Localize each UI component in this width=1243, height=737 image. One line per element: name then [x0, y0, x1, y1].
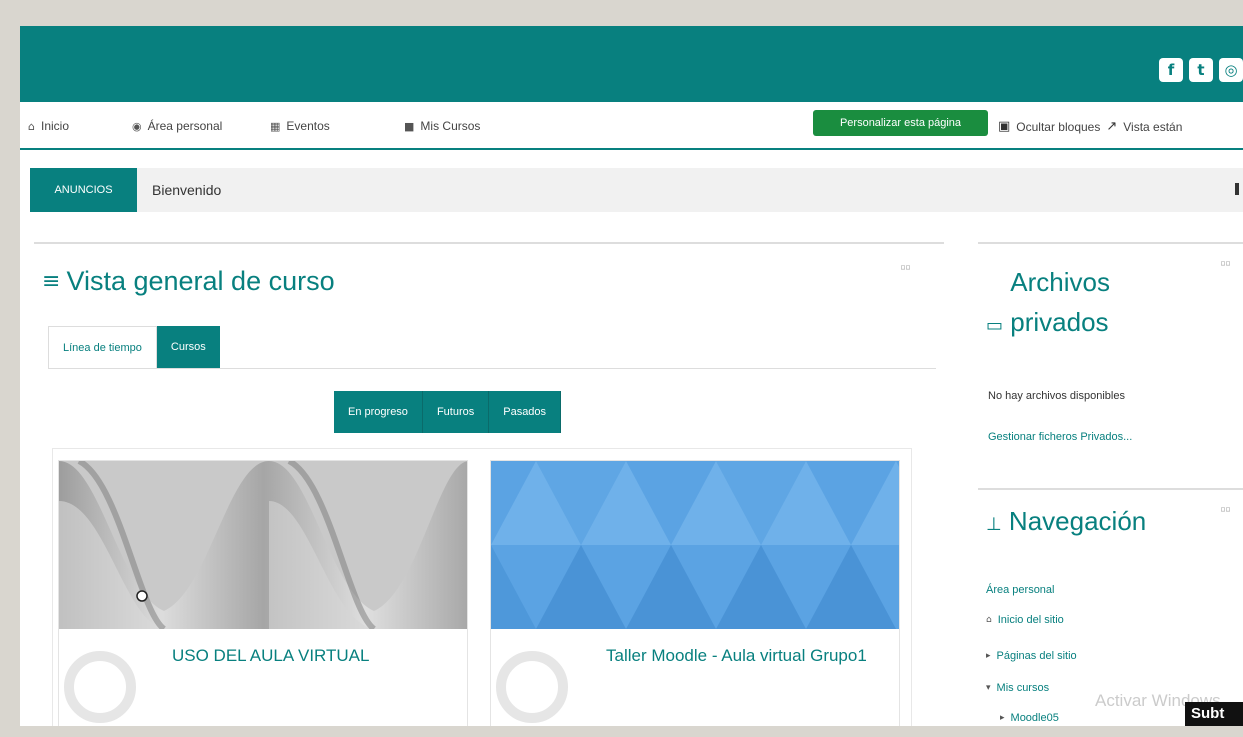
nav-tree-item[interactable]: Área personal — [986, 584, 1055, 596]
nav-tree-item[interactable]: ⌂ Inicio del sitio — [986, 614, 1064, 626]
twitter-icon[interactable]: t — [1189, 58, 1213, 82]
filter-future[interactable]: Futuros — [422, 391, 490, 433]
nav-item-mis-cursos[interactable]: ■ Mis Cursos — [404, 119, 480, 133]
nav-tree-label: Páginas del sitio — [996, 650, 1077, 662]
mouse-cursor-icon — [136, 590, 148, 602]
briefcase-icon: ■ — [404, 119, 415, 133]
nav-tree-item[interactable]: ▸ Páginas del sitio — [986, 650, 1077, 662]
course-image[interactable] — [59, 461, 467, 629]
nav-item-eventos[interactable]: ▦ Eventos — [270, 119, 330, 133]
course-card[interactable]: Taller Moodle - Aula virtual Grupo1 — [490, 460, 900, 726]
expand-icon[interactable]: ↗ — [1106, 119, 1117, 134]
list-icon: ≡ — [42, 269, 61, 294]
announcement-text[interactable]: Bienvenido — [152, 182, 221, 198]
course-avatar — [64, 651, 136, 723]
filter-in-progress[interactable]: En progreso — [334, 391, 423, 433]
nav-tree-label: Área personal — [986, 584, 1055, 596]
divider — [978, 488, 1243, 490]
announcements-bar: ANUNCIOS Bienvenido — [30, 168, 1243, 212]
block-controls-icon[interactable]: ▫▫ — [900, 262, 911, 273]
folder-icon: ▭ — [986, 315, 1004, 336]
personalize-page-button[interactable]: Personalizar esta página — [813, 110, 988, 136]
navigation-title-text: Navegación — [1008, 506, 1147, 536]
standard-view-button[interactable]: Vista están — [1123, 120, 1182, 134]
home-icon: ⌂ — [986, 615, 992, 625]
overview-tabs: Línea de tiempo Cursos — [48, 326, 220, 368]
block-controls-icon[interactable]: ▫▫ — [1220, 258, 1231, 269]
tabs-divider — [48, 368, 936, 369]
course-title[interactable]: Taller Moodle - Aula virtual Grupo1 — [606, 645, 886, 666]
site-header: f t ◎ — [20, 26, 1243, 102]
course-overview-title: ≡ Vista general de curso — [42, 266, 335, 297]
course-overview-title-text: Vista general de curso — [66, 266, 335, 296]
filter-past[interactable]: Pasados — [489, 391, 562, 433]
home-icon: ⌂ — [28, 119, 35, 133]
course-card[interactable]: USO DEL AULA VIRTUAL — [58, 460, 468, 726]
announcement-control[interactable] — [1235, 183, 1239, 195]
chevron-right-icon: ▸ — [986, 651, 991, 661]
chevron-down-icon: ▾ — [986, 683, 991, 693]
page-tools: ▣ Ocultar bloques ↗ Vista están — [998, 119, 1182, 134]
nav-item-label: Inicio — [40, 119, 69, 133]
tab-courses[interactable]: Cursos — [156, 326, 220, 368]
announcements-tag[interactable]: ANUNCIOS — [30, 168, 137, 212]
divider — [978, 242, 1243, 244]
course-avatar — [496, 651, 568, 723]
nav-tree-label: Inicio del sitio — [997, 614, 1064, 626]
nav-tree-item[interactable]: ▾ Mis cursos — [986, 682, 1049, 694]
social-links: f t ◎ — [1159, 58, 1243, 82]
nav-tree-item[interactable]: ▸ Moodle05 — [1000, 712, 1059, 724]
navigation-title: ⊥ Navegación — [986, 506, 1146, 537]
nav-item-label: Área personal — [147, 119, 223, 133]
nav-tree-label: Mis cursos — [996, 682, 1050, 694]
block-controls-icon[interactable]: ▫▫ — [1220, 504, 1231, 515]
instagram-icon[interactable]: ◎ — [1219, 58, 1243, 82]
divider — [34, 242, 944, 244]
nav-item-label: Eventos — [286, 119, 330, 133]
course-image[interactable] — [491, 461, 899, 629]
no-files-text: No hay archivos disponibles — [988, 390, 1125, 402]
course-title[interactable]: USO DEL AULA VIRTUAL — [172, 645, 369, 666]
nav-item-area-personal[interactable]: ◉ Área personal — [132, 119, 222, 133]
private-files-title: ▭ Archivos privados — [986, 262, 1190, 342]
nav-item-inicio[interactable]: ⌂ Inicio — [28, 119, 69, 133]
browser-page: f t ◎ ⌂ Inicio ◉ Área personal ▦ Eventos… — [20, 26, 1243, 726]
sitemap-icon: ⊥ — [986, 514, 1002, 535]
course-filters: En progreso Futuros Pasados — [334, 391, 562, 433]
nav-item-label: Mis Cursos — [420, 119, 481, 133]
private-files-title-text: Archivos privados — [1010, 267, 1110, 337]
calendar-icon: ▦ — [270, 119, 281, 133]
nav-tree-label: Moodle05 — [1010, 712, 1059, 724]
dashboard-icon: ◉ — [132, 119, 142, 133]
subtitles-badge[interactable]: Subt — [1185, 702, 1243, 726]
chevron-right-icon: ▸ — [1000, 713, 1005, 723]
facebook-icon[interactable]: f — [1159, 58, 1183, 82]
hide-blocks-icon[interactable]: ▣ — [998, 119, 1010, 134]
manage-private-files-link[interactable]: Gestionar ficheros Privados... — [988, 431, 1132, 443]
tab-timeline[interactable]: Línea de tiempo — [48, 326, 157, 368]
hide-blocks-button[interactable]: Ocultar bloques — [1016, 120, 1100, 134]
